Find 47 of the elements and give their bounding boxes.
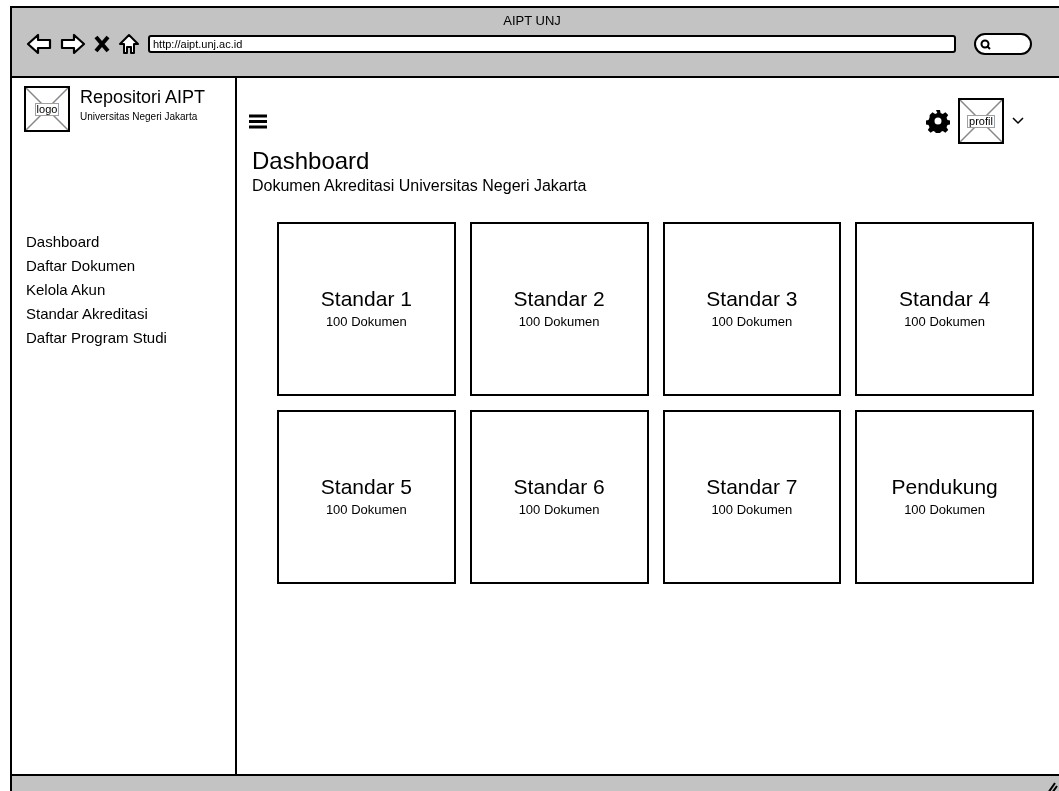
search-field[interactable] (974, 33, 1032, 55)
search-icon (980, 38, 991, 50)
card-count: 100 Dokumen (518, 501, 600, 520)
address-field[interactable]: http://aipt.unj.ac.id (148, 35, 956, 53)
close-icon[interactable] (94, 35, 110, 53)
card-title: Standar 5 (320, 474, 412, 501)
standard-card[interactable]: Standar 1 100 Dokumen (277, 222, 456, 396)
card-title: Standar 1 (320, 286, 412, 313)
settings-icon[interactable] (926, 109, 950, 133)
forward-icon[interactable] (60, 33, 86, 55)
menu-icon[interactable] (249, 113, 267, 129)
nav-link[interactable]: Daftar Program Studi (26, 328, 235, 348)
card-count: 100 Dokumen (711, 313, 793, 332)
logo-label: logo (34, 102, 60, 116)
nav-link[interactable]: Kelola Akun (26, 280, 235, 300)
card-title: Standar 4 (899, 286, 991, 313)
standard-card[interactable]: Pendukung 100 Dokumen (855, 410, 1034, 584)
card-title: Standar 7 (706, 474, 798, 501)
resize-grip-icon[interactable] (1046, 780, 1058, 791)
card-count: 100 Dokumen (904, 501, 986, 520)
card-title: Pendukung (891, 474, 998, 501)
card-title: Standar 6 (513, 474, 605, 501)
standard-card[interactable]: Standar 3 100 Dokumen (662, 222, 842, 396)
card-count: 100 Dokumen (325, 501, 407, 520)
back-icon[interactable] (26, 33, 52, 55)
card-count: 100 Dokumen (711, 501, 793, 520)
page-subtitle: Dokumen Akreditasi Universitas Negeri Jakarta (252, 176, 588, 196)
card-count: 100 Dokumen (325, 313, 407, 332)
chevron-down-icon[interactable] (1012, 117, 1024, 125)
nav-link[interactable]: Dashboard (26, 232, 235, 252)
standard-card[interactable]: Standar 7 100 Dokumen (662, 410, 842, 584)
avatar-label: profil (967, 114, 995, 128)
card-title: Standar 2 (513, 286, 605, 313)
nav-link[interactable]: Daftar Dokumen (26, 256, 235, 276)
nav-link[interactable]: Standar Akreditasi (26, 304, 235, 324)
card-count: 100 Dokumen (518, 313, 600, 332)
card-title: Standar 3 (706, 286, 798, 313)
brand-title: Repositori AIPT (80, 86, 206, 109)
card-count: 100 Dokumen (904, 313, 986, 332)
window-title: AIPT UNJ (502, 14, 562, 27)
brand-subtitle: Universitas Negeri Jakarta (80, 109, 199, 124)
standard-card[interactable]: Standar 6 100 Dokumen (469, 410, 649, 584)
home-icon[interactable] (118, 33, 140, 55)
standard-card[interactable]: Standar 4 100 Dokumen (855, 222, 1034, 396)
standard-card[interactable]: Standar 2 100 Dokumen (469, 222, 649, 396)
standard-card[interactable]: Standar 5 100 Dokumen (277, 410, 456, 584)
page-title: Dashboard (252, 146, 371, 176)
